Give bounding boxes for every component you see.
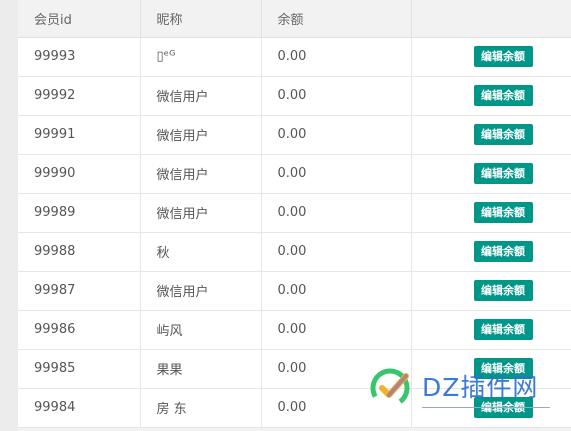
cell-balance: 0.00 xyxy=(261,37,412,77)
edit-balance-button[interactable]: 编辑余额 xyxy=(473,85,533,106)
table-row: 99986 屿风 0.00 编辑余额 xyxy=(18,310,571,350)
edit-balance-button[interactable]: 编辑余额 xyxy=(473,202,533,223)
cell-nickname: ▯ᵉᴳ xyxy=(140,37,262,77)
table-row: 99984 房 东 0.00 编辑余额 xyxy=(18,388,571,428)
cell-nickname: 秋 xyxy=(140,232,262,272)
cell-nickname: 果果 xyxy=(140,349,262,389)
cell-member-id: 99992 xyxy=(18,76,141,116)
cell-nickname: 微信用户 xyxy=(140,193,262,233)
cell-actions: 编辑余额 xyxy=(411,310,571,350)
cell-actions: 编辑余额 xyxy=(411,388,571,428)
cell-actions: 编辑余额 xyxy=(411,37,571,77)
left-gutter xyxy=(0,0,18,431)
edit-balance-button[interactable]: 编辑余额 xyxy=(473,124,533,145)
cell-balance: 0.00 xyxy=(261,271,412,311)
cell-nickname: 微信用户 xyxy=(140,76,262,116)
cell-member-id: 99988 xyxy=(18,232,141,272)
cell-actions: 编辑余额 xyxy=(411,154,571,194)
edit-balance-button[interactable]: 编辑余额 xyxy=(473,46,533,67)
cell-actions: 编辑余额 xyxy=(411,349,571,389)
edit-balance-button[interactable]: 编辑余额 xyxy=(473,280,533,301)
cell-member-id: 99991 xyxy=(18,115,141,155)
table-row: 99987 微信用户 0.00 编辑余额 xyxy=(18,271,571,311)
member-table-container: 会员id 昵称 余额 99993 ▯ᵉᴳ 0.00 编辑余额 99992 微信用… xyxy=(0,0,571,431)
header-row: 会员id 昵称 余额 xyxy=(18,0,571,38)
table-body: 99993 ▯ᵉᴳ 0.00 编辑余额 99992 微信用户 0.00 编辑余额… xyxy=(18,37,571,428)
cell-balance: 0.00 xyxy=(261,388,412,428)
cell-balance: 0.00 xyxy=(261,193,412,233)
header-nickname[interactable]: 昵称 xyxy=(140,0,262,38)
cell-nickname: 微信用户 xyxy=(140,115,262,155)
cell-actions: 编辑余额 xyxy=(411,193,571,233)
cell-member-id: 99993 xyxy=(18,37,141,77)
table-row: 99988 秋 0.00 编辑余额 xyxy=(18,232,571,272)
cell-member-id: 99987 xyxy=(18,271,141,311)
cell-nickname: 房 东 xyxy=(140,388,262,428)
table-row: 99993 ▯ᵉᴳ 0.00 编辑余额 xyxy=(18,37,571,77)
header-member-id[interactable]: 会员id xyxy=(18,0,141,38)
edit-balance-button[interactable]: 编辑余额 xyxy=(473,241,533,262)
table-row: 99992 微信用户 0.00 编辑余额 xyxy=(18,76,571,116)
header-actions xyxy=(411,0,571,38)
table-row: 99990 微信用户 0.00 编辑余额 xyxy=(18,154,571,194)
cell-actions: 编辑余额 xyxy=(411,115,571,155)
cell-balance: 0.00 xyxy=(261,232,412,272)
edit-balance-button[interactable]: 编辑余额 xyxy=(473,358,533,379)
cell-actions: 编辑余额 xyxy=(411,76,571,116)
member-balance-table: 会员id 昵称 余额 99993 ▯ᵉᴳ 0.00 编辑余额 99992 微信用… xyxy=(18,0,571,428)
header-balance[interactable]: 余额 xyxy=(261,0,412,38)
cell-balance: 0.00 xyxy=(261,115,412,155)
table-header: 会员id 昵称 余额 xyxy=(18,0,571,38)
cell-member-id: 99989 xyxy=(18,193,141,233)
edit-balance-button[interactable]: 编辑余额 xyxy=(473,397,533,418)
cell-nickname: 微信用户 xyxy=(140,154,262,194)
cell-balance: 0.00 xyxy=(261,310,412,350)
table-row: 99985 果果 0.00 编辑余额 xyxy=(18,349,571,389)
cell-actions: 编辑余额 xyxy=(411,232,571,272)
table-row: 99989 微信用户 0.00 编辑余额 xyxy=(18,193,571,233)
cell-actions: 编辑余额 xyxy=(411,271,571,311)
table-row: 99991 微信用户 0.00 编辑余额 xyxy=(18,115,571,155)
cell-balance: 0.00 xyxy=(261,154,412,194)
cell-nickname: 屿风 xyxy=(140,310,262,350)
edit-balance-button[interactable]: 编辑余额 xyxy=(473,319,533,340)
cell-member-id: 99984 xyxy=(18,388,141,428)
cell-balance: 0.00 xyxy=(261,76,412,116)
cell-member-id: 99990 xyxy=(18,154,141,194)
cell-member-id: 99986 xyxy=(18,310,141,350)
cell-nickname: 微信用户 xyxy=(140,271,262,311)
cell-balance: 0.00 xyxy=(261,349,412,389)
edit-balance-button[interactable]: 编辑余额 xyxy=(473,163,533,184)
cell-member-id: 99985 xyxy=(18,349,141,389)
